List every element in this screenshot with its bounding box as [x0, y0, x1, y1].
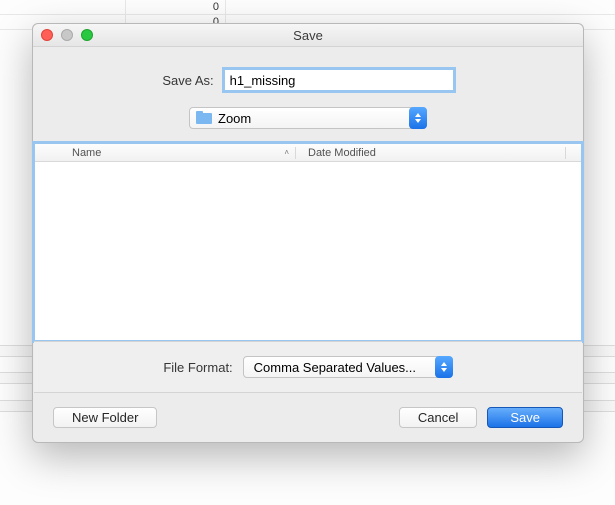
cancel-button[interactable]: Cancel [399, 407, 477, 428]
file-header: Name ˄ Date Modified [34, 144, 582, 162]
file-format-label: File Format: [163, 360, 232, 375]
file-list-empty[interactable] [34, 162, 582, 340]
file-format-select[interactable]: Comma Separated Values... [243, 356, 453, 378]
column-header-name[interactable]: Name ˄ [34, 147, 296, 159]
filename-input[interactable] [224, 69, 454, 91]
folder-icon [196, 112, 212, 124]
minimize-icon [61, 29, 73, 41]
save-button[interactable]: Save [487, 407, 563, 428]
folder-name: Zoom [218, 111, 251, 126]
sort-ascending-icon: ˄ [284, 148, 289, 157]
column-header-date[interactable]: Date Modified [296, 147, 566, 159]
close-icon[interactable] [41, 29, 53, 41]
titlebar[interactable]: Save [33, 24, 583, 47]
new-folder-button[interactable]: New Folder [53, 407, 157, 428]
dropdown-stepper-icon [409, 107, 427, 129]
folder-select[interactable]: Zoom [189, 107, 427, 129]
save-dialog: Save Save As: Zoom Name ˄ Date Modified … [32, 23, 584, 443]
file-format-value: Comma Separated Values... [254, 360, 416, 375]
dialog-title: Save [293, 28, 323, 43]
window-controls [41, 29, 93, 41]
file-browser[interactable]: Name ˄ Date Modified [34, 143, 582, 341]
dropdown-stepper-icon [435, 356, 453, 378]
save-as-label: Save As: [162, 73, 213, 88]
zoom-icon[interactable] [81, 29, 93, 41]
bg-cell: 0 [126, 0, 226, 14]
